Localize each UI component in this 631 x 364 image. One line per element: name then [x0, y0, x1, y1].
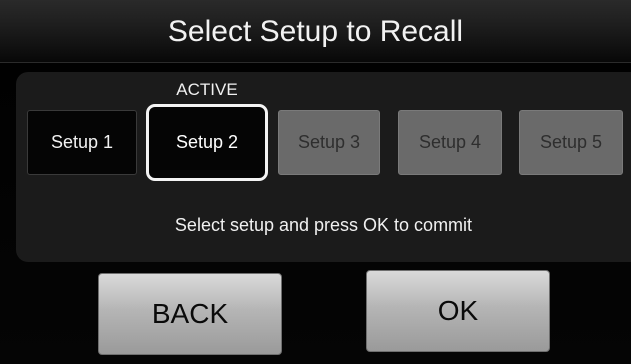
setup-1-button[interactable]: Setup 1	[27, 110, 137, 175]
instruction-text: Select setup and press OK to commit	[174, 215, 473, 235]
setup-3-button: Setup 3	[278, 110, 380, 175]
setup-2-button[interactable]: Setup 2	[146, 104, 268, 181]
setup-5-button: Setup 5	[519, 110, 623, 175]
back-button[interactable]: BACK	[98, 273, 282, 355]
page-title: Select Setup to Recall	[167, 15, 464, 48]
ok-button[interactable]: OK	[366, 270, 550, 352]
setup-4-button: Setup 4	[398, 110, 502, 175]
active-indicator-label: ACTIVE	[176, 80, 238, 99]
setup-recall-screen: Select Setup to Recall ACTIVE Setup 1 Se…	[0, 0, 631, 364]
title-bar: Select Setup to Recall	[0, 0, 631, 63]
